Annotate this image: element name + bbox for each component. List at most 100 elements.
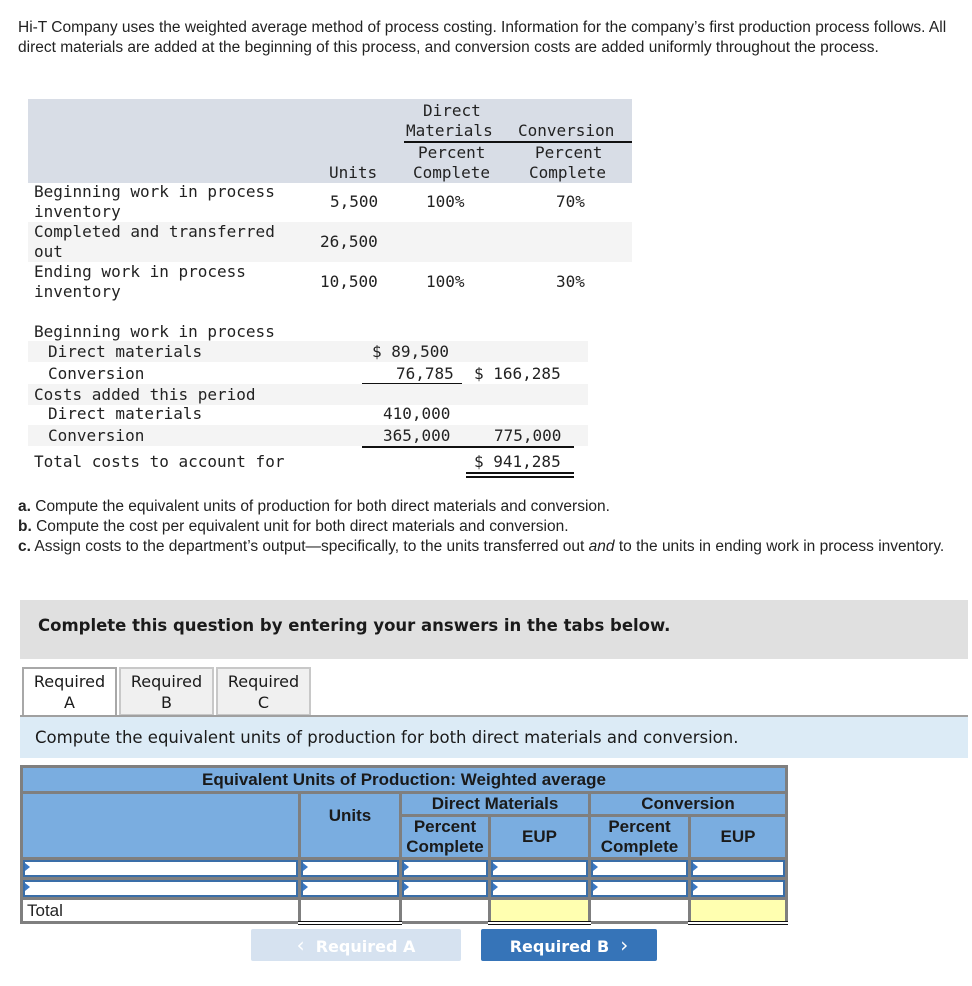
- cost-col1: 365,000: [383, 426, 451, 445]
- conv-pct-field[interactable]: [591, 860, 688, 877]
- dm-pct-input[interactable]: [399, 857, 491, 880]
- dm-pct-field[interactable]: [402, 880, 488, 897]
- conv-pct-field[interactable]: [591, 880, 688, 897]
- tab-label-letter: C: [257, 693, 270, 712]
- total-row: Total: [20, 897, 788, 925]
- question-text: to the units in ending work in process i…: [614, 538, 945, 555]
- cost-label: Direct materials: [48, 404, 203, 423]
- tab-instruction: Compute the equivalent units of producti…: [20, 717, 968, 758]
- dm-group-header-2: Materials: [406, 121, 493, 140]
- cost-row: Beginning work in process: [28, 321, 588, 342]
- chevron-right-icon: ›: [620, 933, 629, 957]
- row-label-input[interactable]: [20, 857, 301, 880]
- cost-col2: $ 166,285: [474, 364, 561, 383]
- units-input[interactable]: [298, 877, 402, 900]
- tab-label: Required: [33, 672, 106, 691]
- row-label-field[interactable]: [23, 880, 298, 897]
- units-input[interactable]: [298, 857, 402, 880]
- question-c: c. Assign costs to the department’s outp…: [18, 537, 953, 557]
- problem-intro: Hi-T Company uses the weighted average m…: [18, 19, 947, 56]
- question-text: Compute the equivalent units of producti…: [30, 498, 610, 515]
- cost-row: Direct materials $ 89,500: [28, 341, 588, 362]
- total-conv-eup-cell: [688, 897, 788, 925]
- row-conv-pct: 70%: [556, 192, 585, 211]
- row-label-cont: inventory: [34, 282, 121, 301]
- chevron-left-icon: ‹: [296, 933, 305, 957]
- question-list: a. Compute the equivalent units of produ…: [18, 497, 953, 557]
- units-row: Completed and transferred out 26,500: [28, 222, 632, 262]
- dm-eup-field[interactable]: [491, 860, 588, 877]
- units-header: Units: [329, 163, 378, 182]
- tab-label: Required: [227, 672, 300, 691]
- total-units-cell: [298, 897, 402, 925]
- question-letter: a.: [18, 498, 31, 515]
- question-letter: b.: [18, 518, 32, 535]
- row-dm-pct: 100%: [426, 272, 465, 291]
- dm-eup-input[interactable]: [488, 877, 591, 900]
- cost-label: Conversion: [48, 426, 145, 445]
- conv-eup-input[interactable]: [688, 877, 788, 900]
- units-row: Beginning work in process inventory 5,50…: [28, 182, 632, 222]
- eup-table: Equivalent Units of Production: Weighted…: [20, 765, 788, 925]
- pct-header-line2: Complete: [600, 837, 679, 856]
- cost-label: Conversion: [48, 364, 145, 383]
- dm-group-header-1: Direct: [423, 101, 481, 120]
- pct-header-line2: Complete: [406, 837, 484, 856]
- dm-pct-input[interactable]: [399, 877, 491, 900]
- units-field[interactable]: [301, 880, 399, 897]
- dm-pct-header: Percent Complete: [399, 814, 491, 860]
- cost-col2: 775,000: [494, 426, 562, 445]
- dm-pct-field[interactable]: [402, 860, 488, 877]
- next-button-label: Required B: [509, 937, 610, 956]
- tab-required-c[interactable]: Required C: [216, 667, 311, 716]
- cost-row: Conversion 76,785 $ 166,285: [28, 363, 588, 384]
- row-label-cont: out: [34, 242, 63, 261]
- tab-required-a[interactable]: Required A: [22, 667, 117, 717]
- units-field[interactable]: [301, 860, 399, 877]
- cost-col1: $ 89,500: [372, 342, 450, 361]
- conv-pct-header-2: Complete: [529, 163, 607, 182]
- table-row: [20, 877, 788, 900]
- eup-table-title: Equivalent Units of Production: Weighted…: [20, 765, 788, 794]
- pct-header-line1: Percent: [608, 817, 671, 836]
- question-text: Compute the cost per equivalent unit for…: [31, 518, 569, 535]
- tab-required-b[interactable]: Required B: [119, 667, 214, 716]
- total-dm-eup-cell: [488, 897, 591, 925]
- dm-eup-field[interactable]: [491, 880, 588, 897]
- total-double-rule-bottom: [466, 476, 574, 478]
- tab-label-letter: B: [161, 693, 172, 712]
- dm-eup-header: EUP: [488, 814, 591, 860]
- cost-row: Direct materials 410,000: [28, 403, 588, 424]
- conv-pct-header-1: Percent: [535, 143, 603, 162]
- prev-required-a-button[interactable]: ‹ Required A: [251, 929, 461, 961]
- banner-text: Complete this question by entering your …: [38, 616, 671, 635]
- units-table-header: Direct Materials Conversion Percent Comp…: [28, 99, 632, 183]
- conv-eup-field[interactable]: [691, 860, 785, 877]
- conv-pct-input[interactable]: [588, 877, 691, 900]
- next-required-b-button[interactable]: Required B ›: [481, 929, 657, 961]
- question-a: a. Compute the equivalent units of produ…: [18, 497, 953, 517]
- row-label-input[interactable]: [20, 877, 301, 900]
- cost-col1: 76,785: [396, 364, 454, 383]
- conv-eup-header: EUP: [688, 814, 788, 860]
- row-label-field[interactable]: [23, 860, 298, 877]
- cost-label: Direct materials: [48, 342, 203, 361]
- row-dm-pct: 100%: [426, 192, 465, 211]
- question-text: Assign costs to the department’s output—…: [30, 538, 589, 555]
- row-label-cont: inventory: [34, 202, 121, 221]
- row-label: Completed and transferred: [34, 222, 275, 241]
- tab-label: Required: [130, 672, 203, 691]
- conv-pct-input[interactable]: [588, 857, 691, 880]
- row-units: 26,500: [320, 232, 378, 251]
- instructions-banner: Complete this question by entering your …: [20, 600, 968, 659]
- dm-eup-input[interactable]: [488, 857, 591, 880]
- conv-eup-field[interactable]: [691, 880, 785, 897]
- tab-label-letter: A: [64, 693, 75, 712]
- question-emphasis: and: [588, 538, 615, 555]
- total-conv-pct-cell: [588, 897, 691, 924]
- units-row: Ending work in process inventory 10,500 …: [28, 262, 632, 302]
- cost-label: Total costs to account for: [34, 452, 285, 471]
- conv-eup-input[interactable]: [688, 857, 788, 880]
- conv-group-header: Conversion: [518, 121, 615, 140]
- prev-button-label: Required A: [315, 937, 416, 956]
